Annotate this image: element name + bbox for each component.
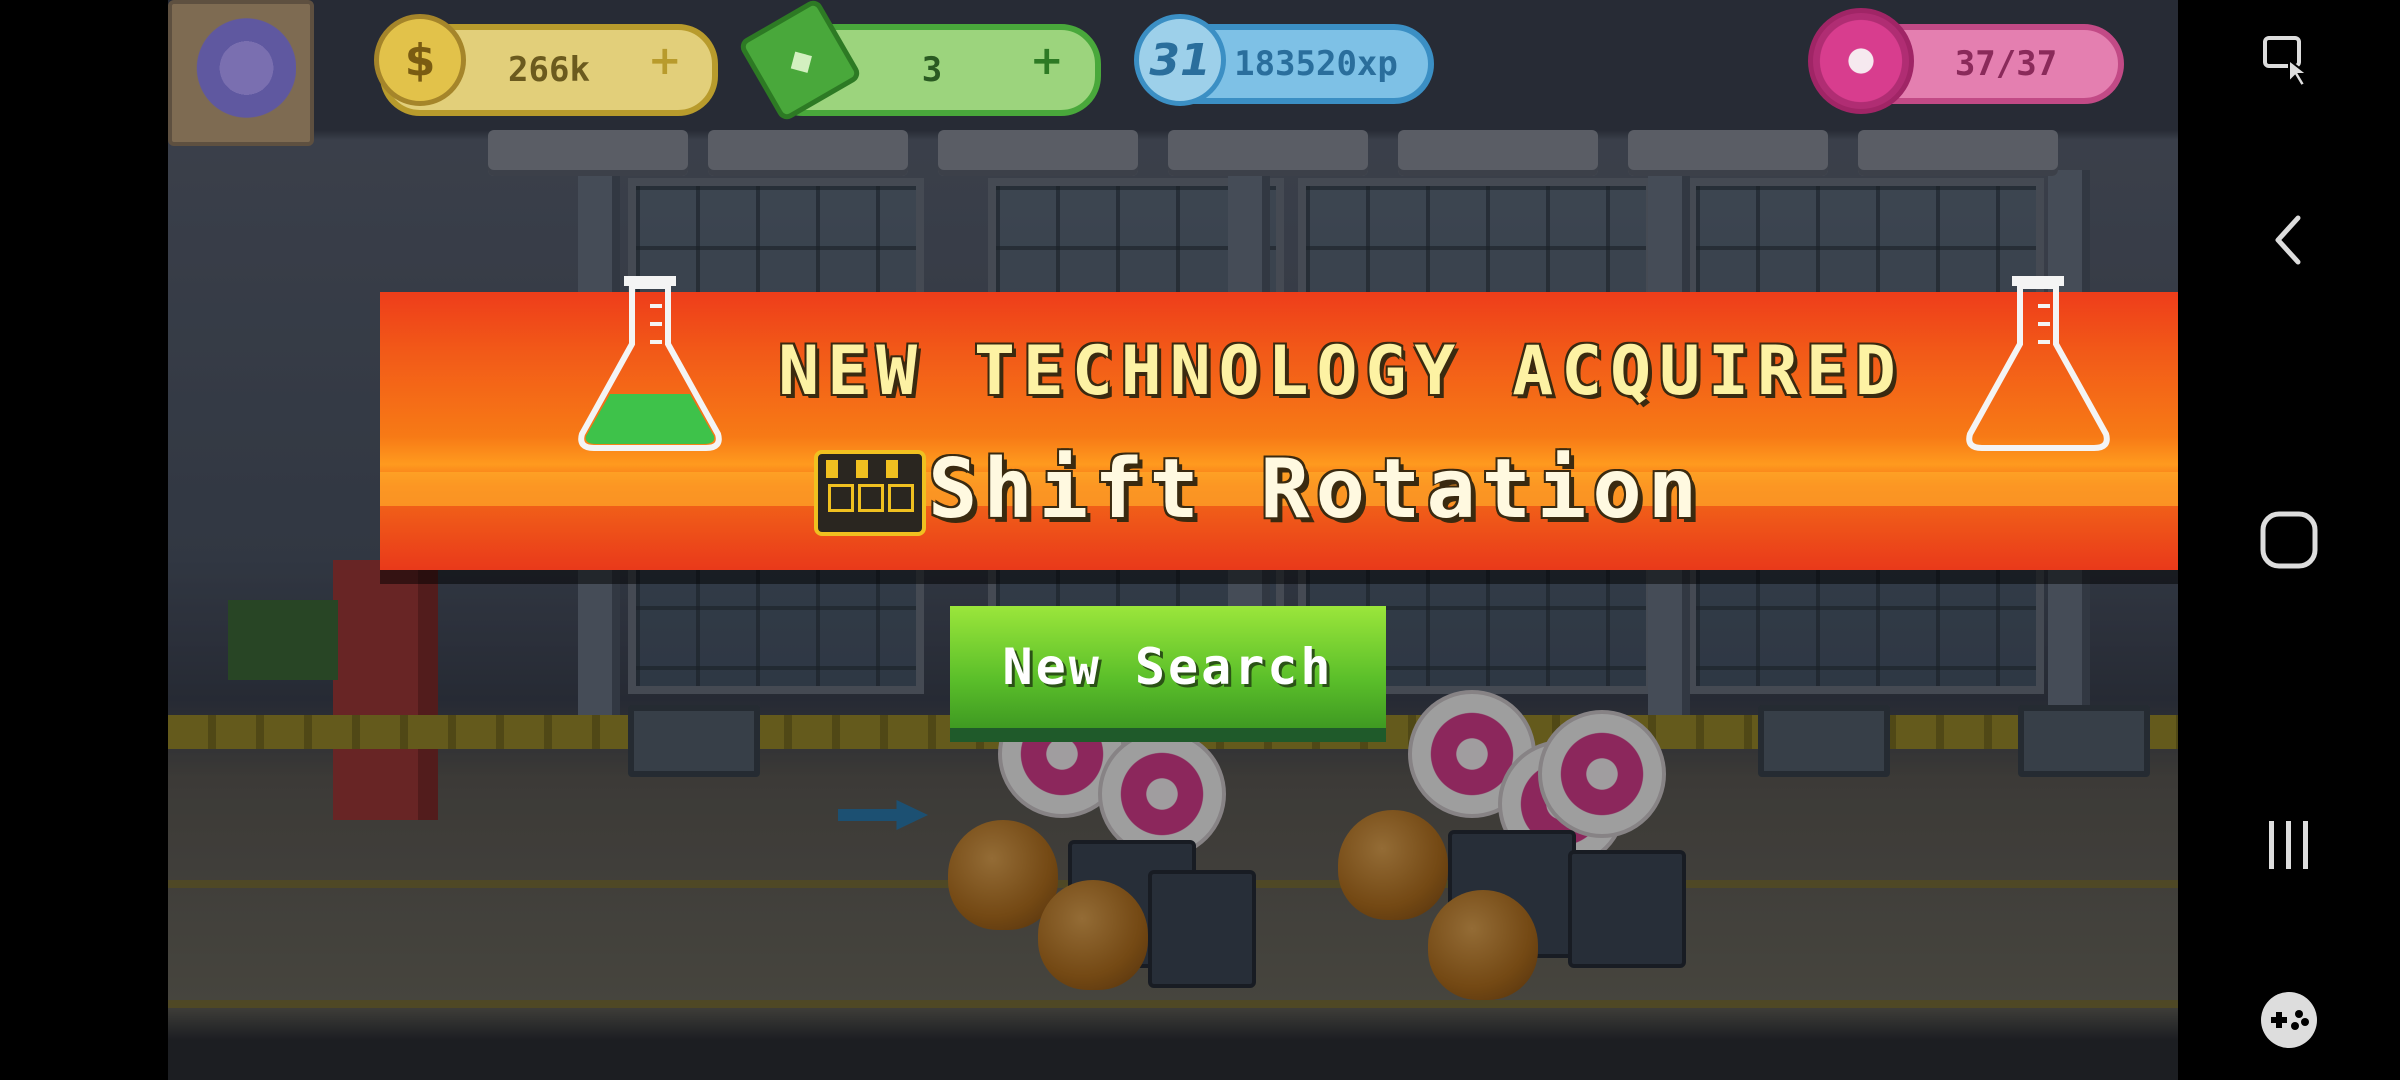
system-nav-bar [2178,0,2400,1080]
factory-shifts-icon [814,450,926,536]
coins-value: 266k [508,50,590,90]
recents-button[interactable] [2178,805,2400,885]
back-button[interactable] [2178,200,2400,280]
screen-capture-button[interactable] [2178,20,2400,100]
coins-plus-button[interactable]: + [648,38,682,84]
screen: 266k $ + 3 ◆ + 183520xp 31 37/37 NEW TEC… [0,0,2400,1080]
new-search-button[interactable]: New Search [950,606,1386,742]
cash-plus-button[interactable]: + [1030,38,1064,84]
screen-capture-icon [2263,36,2310,88]
donut-value: 37/37 [1954,44,2058,84]
flask-empty-icon [1966,276,2110,451]
back-icon [2275,215,2301,265]
avatar[interactable] [168,0,314,146]
new-technology-banner: NEW TECHNOLOGY ACQUIRED Shift Rotation [380,276,2178,570]
level-value: 31 [1149,34,1211,86]
flask-green-icon [578,276,722,451]
home-icon [2260,511,2318,569]
home-button[interactable] [2178,500,2400,580]
technology-name: Shift Rotation [928,442,1704,537]
donut-icon [1808,8,1914,114]
cash-value: 3 [921,50,943,90]
game-tools-button[interactable] [2178,980,2400,1060]
game-viewport[interactable]: 266k $ + 3 ◆ + 183520xp 31 37/37 NEW TEC… [168,0,2178,1080]
game-tools-icon [2261,992,2317,1048]
level-badge-icon: 31 [1134,14,1226,106]
recents-icon [2269,821,2308,869]
coin-icon: $ [374,14,466,106]
xp-value: 183520xp [1234,44,1398,84]
